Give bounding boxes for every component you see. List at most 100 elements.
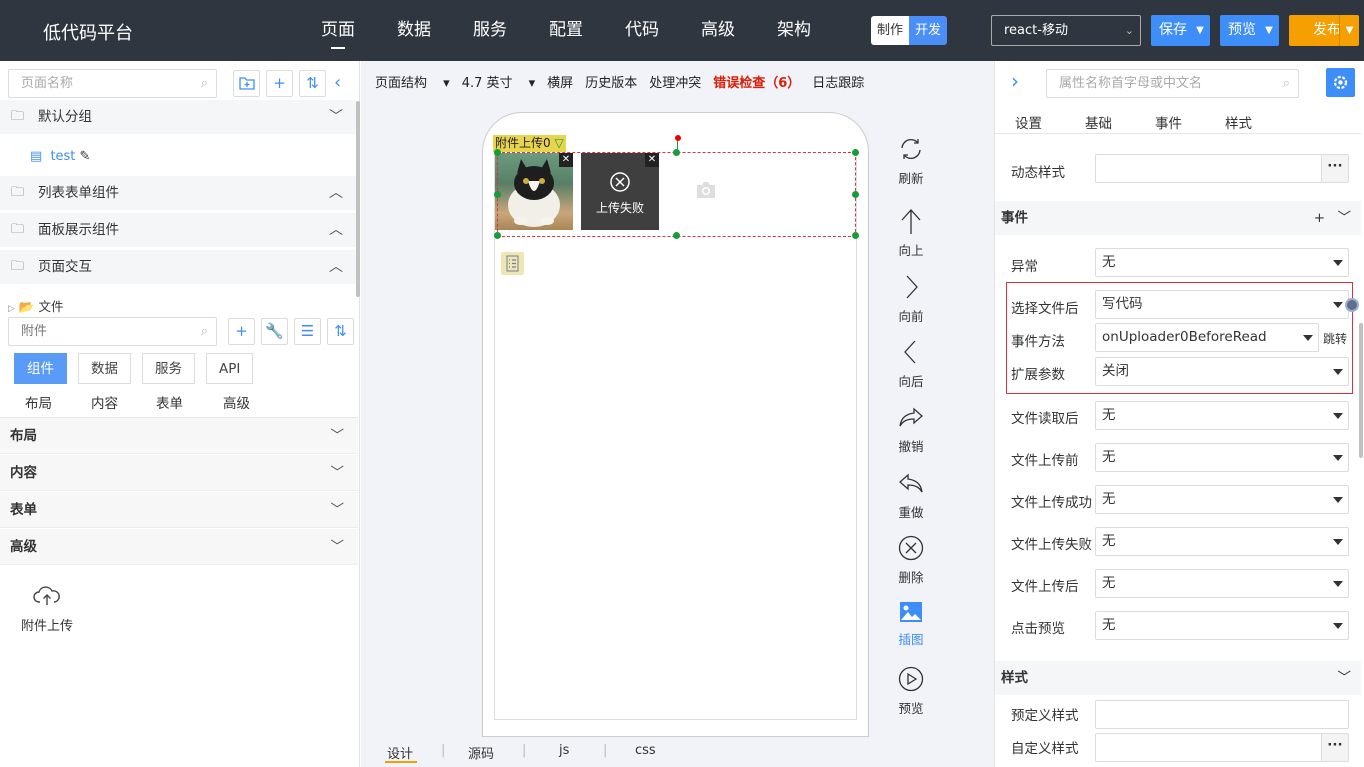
rotate-handle[interactable] — [675, 135, 681, 141]
list-component-icon[interactable] — [501, 252, 524, 275]
move-up-button[interactable]: 向上 — [891, 208, 931, 259]
refresh-button[interactable]: 刷新 — [891, 136, 931, 187]
group-page-interaction[interactable]: 🗀 页面交互 ︿ — [0, 250, 357, 284]
caret-down-icon[interactable]: ▼ — [1190, 15, 1210, 46]
widget-search-input[interactable]: 附件 ⌕ — [8, 317, 217, 346]
resize-handle[interactable] — [852, 149, 859, 156]
drag-handle[interactable] — [1345, 298, 1359, 312]
mode-dev-button[interactable]: 开发 — [909, 16, 948, 45]
mode-make-button[interactable]: 制作 — [871, 16, 910, 45]
resize-handle[interactable] — [852, 191, 859, 198]
group-list-form[interactable]: 🗀 列表表单组件 ︿ — [0, 176, 357, 210]
prop-select[interactable]: 无 — [1095, 401, 1349, 430]
conflict-button[interactable]: 处理冲突 — [649, 72, 701, 91]
more-icon[interactable]: ··· — [1321, 155, 1348, 182]
tab-basic[interactable]: 基础 — [1085, 112, 1112, 132]
nav-service[interactable]: 服务 — [452, 0, 528, 61]
style-section-header[interactable]: 样式 ﹀ — [995, 661, 1361, 695]
group-default[interactable]: 🗀 默认分组 ﹀ — [0, 100, 357, 134]
widget-attachment-upload[interactable]: 附件上传 — [18, 583, 76, 634]
delete-button[interactable]: 删除 — [891, 535, 931, 586]
file-tree-row[interactable]: ▷ 📂 文件 — [8, 296, 63, 315]
landscape-button[interactable]: 横屏 — [547, 72, 573, 91]
collapse-left-icon[interactable]: ‹ — [334, 72, 341, 93]
preview-button[interactable]: 预览 ▼ — [1220, 15, 1279, 46]
subtab-form[interactable]: 表单 — [156, 392, 183, 412]
sort-button-2[interactable]: ⇅ — [327, 318, 354, 345]
edit-pencil-icon[interactable]: ✎ — [80, 149, 91, 164]
project-select[interactable]: react-移动 ⌄ — [991, 15, 1141, 46]
nav-data[interactable]: 数据 — [376, 0, 452, 61]
page-item-test[interactable]: ▤ test ✎ — [30, 147, 90, 167]
prop-select[interactable]: 无 — [1095, 611, 1349, 640]
wrench-button[interactable]: 🔧 — [261, 318, 288, 345]
settings-button[interactable] — [1326, 68, 1355, 97]
resize-handle[interactable] — [494, 191, 501, 198]
group-panel-display[interactable]: 🗀 面板展示组件 ︿ — [0, 213, 357, 247]
prop-select[interactable]: 无 — [1095, 248, 1349, 277]
device-size-dropdown[interactable]: 4.7 英寸 ▾ — [462, 72, 535, 91]
resize-handle[interactable] — [494, 232, 501, 239]
dynamic-style-field[interactable]: ··· — [1095, 154, 1349, 183]
right-scrollbar[interactable] — [1359, 323, 1363, 458]
more-icon[interactable]: ··· — [1321, 734, 1348, 761]
save-button[interactable]: 保存 ▼ — [1151, 15, 1210, 46]
nav-page[interactable]: 页面 — [300, 0, 376, 61]
resize-handle[interactable] — [673, 232, 680, 239]
redo-button[interactable]: 重做 — [891, 470, 931, 521]
publish-button[interactable]: 发布 ▼ — [1289, 15, 1359, 46]
error-check-button[interactable]: 错误检查（6） — [713, 72, 800, 91]
page-structure-dropdown[interactable]: 页面结构 ▾ — [375, 72, 450, 91]
add-page-button[interactable]: + — [266, 70, 293, 97]
predefined-style-field[interactable] — [1095, 700, 1349, 729]
resize-handle[interactable] — [673, 149, 680, 156]
property-search-input[interactable]: 属性名称首字母或中文名 ⌕ — [1046, 69, 1299, 98]
tab-style[interactable]: 样式 — [1225, 112, 1252, 132]
tab-service[interactable]: 服务 — [142, 353, 195, 384]
back-button[interactable]: 向后 — [891, 339, 931, 390]
tab-events[interactable]: 事件 — [1155, 112, 1182, 132]
prop-select[interactable]: 无 — [1095, 485, 1349, 514]
log-trace-button[interactable]: 日志跟踪 — [812, 72, 864, 91]
component-tag[interactable]: 附件上传0 ▽ — [493, 135, 566, 152]
tab-design[interactable]: 设计 — [387, 743, 413, 762]
caret-down-icon[interactable]: ▼ — [1339, 15, 1359, 46]
category-content[interactable]: 内容 ﹀ — [0, 455, 358, 491]
tab-api[interactable]: API — [206, 353, 254, 384]
subtab-content[interactable]: 内容 — [91, 392, 118, 412]
list-order-button[interactable]: ☰ — [294, 318, 321, 345]
prop-select[interactable]: 无 — [1095, 443, 1349, 472]
nav-code[interactable]: 代码 — [604, 0, 680, 61]
resize-handle[interactable] — [494, 149, 501, 156]
caret-down-icon[interactable]: ▼ — [1259, 15, 1279, 46]
page-search-input[interactable]: 页面名称 ⌕ — [8, 69, 217, 98]
collapse-right-icon[interactable]: › — [1011, 69, 1019, 93]
tab-source[interactable]: 源码 — [468, 743, 494, 762]
add-event-icon[interactable]: + — [1314, 201, 1325, 235]
forward-button[interactable]: 向前 — [891, 274, 931, 325]
tab-settings[interactable]: 设置 — [1015, 112, 1042, 132]
insert-image-button[interactable]: 插图 — [891, 601, 931, 648]
nav-architecture[interactable]: 架构 — [756, 0, 832, 61]
undo-button[interactable]: 撤销 — [891, 404, 931, 455]
tab-js[interactable]: js — [559, 743, 569, 758]
resize-handle[interactable] — [852, 232, 859, 239]
preview-tool-button[interactable]: 预览 — [891, 666, 931, 717]
history-button[interactable]: 历史版本 — [585, 72, 637, 91]
sort-button[interactable]: ⇅ — [299, 70, 326, 97]
prop-select[interactable]: 无 — [1095, 527, 1349, 556]
nav-advanced[interactable]: 高级 — [680, 0, 756, 61]
nav-config[interactable]: 配置 — [528, 0, 604, 61]
add-widget-button[interactable]: + — [228, 318, 255, 345]
subtab-advanced[interactable]: 高级 — [223, 392, 250, 412]
custom-style-field[interactable]: ··· — [1095, 733, 1349, 762]
add-folder-button[interactable] — [233, 70, 260, 97]
category-form[interactable]: 表单 ﹀ — [0, 492, 358, 528]
left-scrollbar[interactable] — [356, 101, 360, 297]
events-section-header[interactable]: 事件 + ﹀ — [995, 201, 1361, 235]
tab-css[interactable]: css — [635, 743, 656, 758]
tab-components[interactable]: 组件 — [14, 353, 67, 384]
category-advanced[interactable]: 高级 ﹀ — [0, 529, 358, 565]
prop-select[interactable]: 无 — [1095, 569, 1349, 598]
category-layout[interactable]: 布局 ﹀ — [0, 418, 358, 454]
